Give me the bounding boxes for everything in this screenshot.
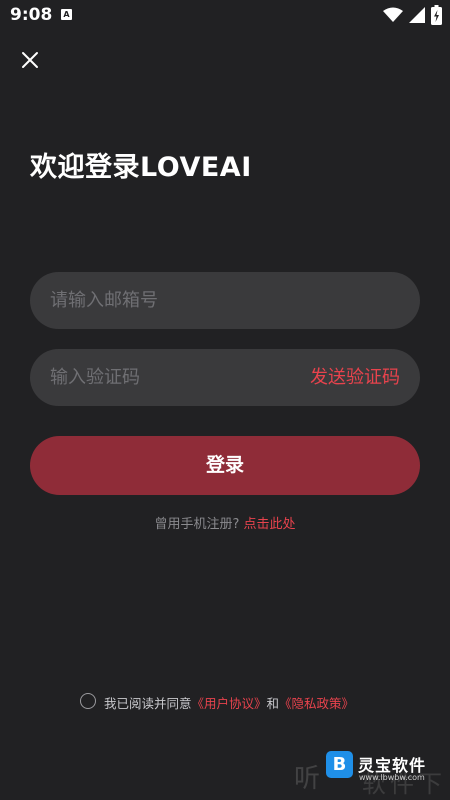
email-field-container (30, 272, 420, 329)
page-title: 欢迎登录LOVEAI (30, 152, 252, 183)
watermark: 听 软件下载 B 灵宝软件 www.lbwbw.com (292, 750, 450, 800)
login-button[interactable]: 登录 (30, 436, 420, 495)
email-input[interactable] (50, 272, 310, 329)
register-link[interactable]: 点击此处 (244, 517, 296, 532)
notification-a-icon: A (61, 9, 72, 20)
send-code-button[interactable]: 发送验证码 (310, 349, 400, 406)
agreement-conjunction: 和 (266, 696, 280, 711)
watermark-url: www.lbwbw.com (359, 773, 425, 782)
verification-code-input[interactable] (50, 349, 310, 406)
close-icon[interactable] (18, 48, 42, 72)
signal-icon (409, 7, 425, 23)
agreement-prefix: 我已阅读并同意 (104, 696, 192, 711)
wifi-icon (383, 7, 403, 22)
register-row: 曾用手机注册? 点击此处 (0, 513, 450, 532)
privacy-policy-link[interactable]: 《隐私政策》 (279, 696, 354, 711)
login-screen: 9:08 A 欢迎登录LOVEAI 发送验证码 登录 曾用手机注册? 点击此处 … (0, 0, 450, 800)
register-prompt: 曾用手机注册? (154, 517, 240, 532)
status-time: 9:08 (10, 5, 53, 25)
agree-checkbox[interactable] (80, 693, 96, 709)
status-bar: 9:08 A (0, 0, 450, 32)
watermark-char: 听 (294, 764, 321, 794)
agreement-text: 我已阅读并同意《用户协议》和《隐私政策》 (104, 693, 354, 712)
user-agreement-link[interactable]: 《用户协议》 (192, 696, 267, 711)
code-field-container: 发送验证码 (30, 349, 420, 406)
battery-charging-icon (431, 5, 442, 25)
watermark-logo-icon: B (326, 751, 353, 778)
